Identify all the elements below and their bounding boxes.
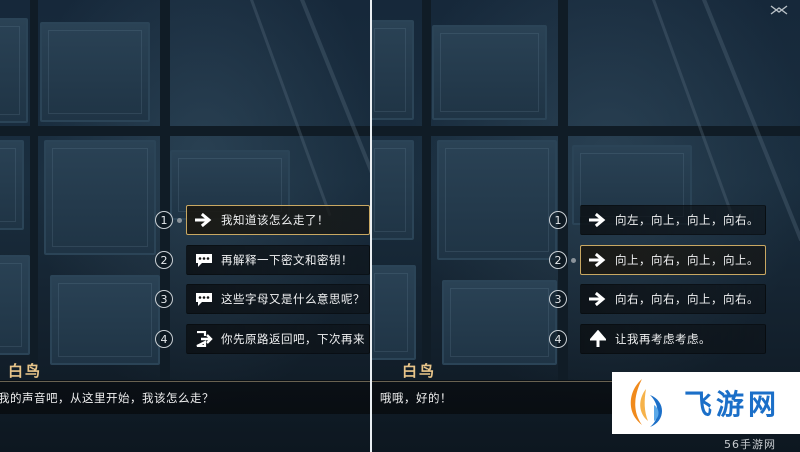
locker-panel [0,255,30,355]
speaker-name: 白鸟 [8,362,43,380]
option-label: 向左，向上，向上，向右。 [615,213,759,227]
arrow-right-icon [193,206,215,234]
option-number: 4 [155,330,173,348]
option-dot [177,218,182,223]
option-label: 让我再考虑考虑。 [615,332,711,346]
option-label: 再解释一下密文和密钥！ [221,253,353,267]
dialogue-option-3[interactable]: 向右，向右，向上，向右。 [580,284,766,314]
wall-beam [30,0,38,380]
arrow-right-icon [587,285,609,313]
option-number: 1 [549,211,567,229]
locker-panel [44,140,156,255]
locker-panel [432,25,547,120]
option-number: 2 [549,251,567,269]
option-dot [571,258,576,263]
option-label: 你先原路返回吧，下次再来 [221,332,365,346]
locker-panel [372,140,414,240]
option-number: 2 [155,251,173,269]
option-label: 我知道该怎么走了！ [221,213,329,227]
locker-panel [442,280,557,365]
left-screenshot-panel: 1 我知道该怎么走了！ 2 再解释一下密文和密钥！ 3 这些字母又是什么意思呢？… [0,0,370,452]
locker-panel [437,140,557,260]
collapse-icon[interactable] [770,0,788,15]
chat-bubble-icon [193,285,215,313]
locker-panel [372,265,416,360]
dialogue-option-1[interactable]: 向左，向上，向上，向右。 [580,205,766,235]
option-label: 向右，向右，向上，向右。 [615,292,759,306]
dialogue-option-4[interactable]: 让我再考虑考虑。 [580,324,766,354]
option-number: 4 [549,330,567,348]
feiyou-logo-icon [620,375,672,431]
arrow-right-icon [587,246,609,274]
speaker-name: 白鸟 [402,362,437,380]
dialogue-option-3[interactable]: 这些字母又是什么意思呢？ [186,284,370,314]
wall-beam [372,126,800,136]
locker-panel [50,275,160,365]
wall-beam [0,126,370,136]
dialogue-option-2[interactable]: 再解释一下密文和密钥！ [186,245,370,275]
locker-panel [0,140,24,230]
wall-beam [558,0,568,380]
option-number: 1 [155,211,173,229]
watermark-brand: 飞游网 [684,388,781,421]
watermark-badge: 飞游网 [612,372,800,434]
locker-panel [372,20,414,120]
arrow-right-icon [587,206,609,234]
dialogue-text: 哦哦，好的！ [380,391,452,405]
dialogue-option-4[interactable]: 你先原路返回吧，下次再来 [186,324,370,354]
dialogue-option-1[interactable]: 我知道该怎么走了！ [186,205,370,235]
chat-bubble-icon [193,246,215,274]
arrow-up-icon [587,325,609,353]
option-label: 向上，向右，向上，向上。 [615,253,759,267]
watermark-subtext: 56手游网 [724,438,776,451]
locker-panel [0,18,28,123]
dialogue-divider [0,381,370,382]
dialogue-option-2[interactable]: 向上，向右，向上，向上。 [580,245,766,275]
dialogue-text: 我的声音吧，从这里开始，我该怎么走？ [0,391,214,405]
option-number: 3 [549,290,567,308]
option-number: 3 [155,290,173,308]
option-label: 这些字母又是什么意思呢？ [221,292,365,306]
wall-beam [422,0,431,380]
wall-beam [160,0,170,380]
locker-panel [40,22,150,122]
exit-door-icon [193,325,215,353]
